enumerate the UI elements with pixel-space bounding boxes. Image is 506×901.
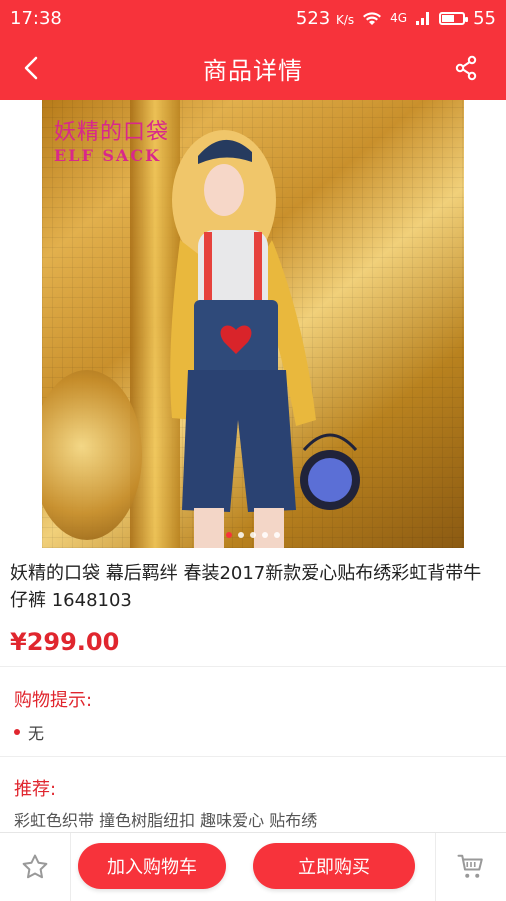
share-icon xyxy=(455,55,477,81)
tip-text: 无 xyxy=(28,724,45,743)
product-image-carousel[interactable]: 妖精的口袋 ELF SACK xyxy=(42,100,464,548)
battery-icon xyxy=(439,11,469,25)
favorite-button[interactable] xyxy=(0,833,71,901)
top-bar: 17:38 523 K/s 4G 55 商品详情 xyxy=(0,0,506,100)
recommend-text: 彩虹色织带 撞色树脂纽扣 趣味爱心 贴布绣 xyxy=(14,811,318,830)
page-header: 商品详情 xyxy=(0,36,506,100)
tips-title: 购物提示: xyxy=(14,690,93,711)
back-arrow-icon xyxy=(24,56,38,80)
recommend-title: 推荐: xyxy=(14,779,57,800)
wifi-icon xyxy=(363,12,382,25)
network-type: 4G xyxy=(390,11,408,25)
divider xyxy=(0,756,506,757)
divider xyxy=(0,666,506,667)
status-bar: 17:38 523 K/s 4G 55 xyxy=(0,0,506,36)
star-icon xyxy=(22,854,48,879)
carousel-dot[interactable] xyxy=(226,532,232,538)
share-button[interactable] xyxy=(452,54,480,82)
status-time: 17:38 xyxy=(10,7,62,29)
tip-bullet xyxy=(14,729,20,735)
carousel-dot[interactable] xyxy=(274,532,280,538)
add-to-cart-button[interactable]: 加入购物车 xyxy=(78,843,226,889)
brand-logo: 妖精的口袋 ELF SACK xyxy=(54,120,170,165)
cart-button[interactable] xyxy=(435,833,506,901)
carousel-dot[interactable] xyxy=(250,532,256,538)
page-title: 商品详情 xyxy=(203,56,303,85)
cart-icon xyxy=(457,854,483,878)
buy-now-button[interactable]: 立即购买 xyxy=(253,843,415,889)
signal-icon xyxy=(416,12,430,25)
product-info: 妖精的口袋 幕后羁绊 春装2017新款爱心贴布绣彩虹背带牛仔裤 1648103 … xyxy=(0,548,506,656)
product-name: 妖精的口袋 幕后羁绊 春装2017新款爱心贴布绣彩虹背带牛仔裤 1648103 xyxy=(10,563,482,611)
battery-level: 55 xyxy=(473,7,496,29)
carousel-dot[interactable] xyxy=(238,532,244,538)
model-figure xyxy=(170,130,360,548)
tips-item: 无 xyxy=(14,720,44,744)
product-price: ¥299.00 xyxy=(10,628,120,656)
network-speed: 523 K/s xyxy=(295,7,355,29)
status-right: 523 K/s 4G 55 xyxy=(296,8,496,29)
carousel-dot[interactable] xyxy=(262,532,268,538)
bottom-action-bar: 加入购物车 立即购买 xyxy=(0,832,506,901)
back-button[interactable] xyxy=(16,52,48,84)
carousel-dots xyxy=(42,532,464,538)
